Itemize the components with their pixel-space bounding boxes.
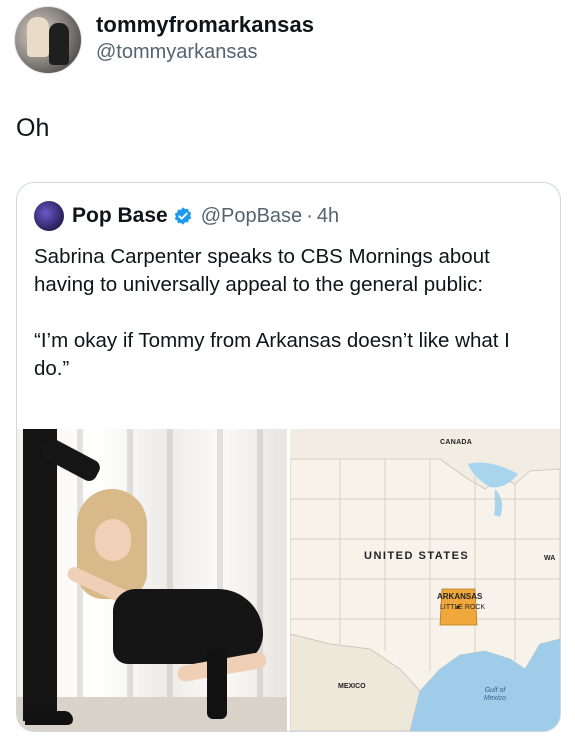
quoted-handle[interactable]: @PopBase	[201, 205, 302, 228]
map-label-little-rock: LITTLE ROCK	[440, 604, 486, 611]
avatar-figure-right	[49, 23, 69, 65]
post-text: Oh	[16, 114, 50, 142]
map-label-mexico: MEXICO	[338, 683, 366, 690]
quoted-post-header: Pop Base @PopBase · 4h	[34, 201, 339, 231]
quoted-paragraph: Sabrina Carpenter speaks to CBS Mornings…	[34, 245, 490, 296]
woman-face	[95, 519, 131, 561]
author-block: tommyfromarkansas @tommyarkansas	[96, 12, 314, 64]
map-label-wa: WA	[544, 555, 556, 562]
map-label-arkansas: ARKANSAS	[437, 592, 483, 601]
quoted-timestamp[interactable]: 4h	[317, 205, 339, 228]
us-map-icon	[290, 429, 560, 731]
quoted-post-card[interactable]: Pop Base @PopBase · 4h Sabrina Carpenter…	[16, 182, 561, 732]
verified-badge-icon	[174, 207, 191, 225]
quoted-avatar[interactable]	[34, 201, 64, 231]
quoted-paragraph: “I’m okay if Tommy from Arkansas doesn’t…	[34, 329, 510, 380]
photo-of-woman-icon[interactable]	[17, 429, 287, 731]
man-leg	[23, 429, 57, 721]
quoted-post-text: Sabrina Carpenter speaks to CBS Mornings…	[34, 243, 544, 383]
map-label-gulf: Gulf of Mexico	[483, 687, 507, 702]
curtain-fold	[167, 429, 173, 709]
map-label-canada: CANADA	[440, 439, 473, 446]
media-grid: CANADA UNITED STATES ARKANSAS LITTLE ROC…	[17, 429, 560, 731]
map-of-arkansas[interactable]: CANADA UNITED STATES ARKANSAS LITTLE ROC…	[290, 429, 560, 731]
post-header: tommyfromarkansas @tommyarkansas	[14, 6, 314, 74]
woman-dress	[113, 589, 263, 664]
avatar[interactable]	[14, 6, 82, 74]
quoted-display-name[interactable]: Pop Base	[72, 204, 168, 228]
separator-dot: ·	[306, 204, 313, 227]
author-display-name[interactable]: tommyfromarkansas	[96, 12, 314, 38]
author-handle[interactable]: @tommyarkansas	[96, 41, 314, 64]
boot	[207, 649, 227, 719]
map-label-united-states: UNITED STATES	[364, 550, 470, 562]
avatar-figure-left	[27, 17, 49, 57]
man-shoe	[25, 711, 73, 725]
